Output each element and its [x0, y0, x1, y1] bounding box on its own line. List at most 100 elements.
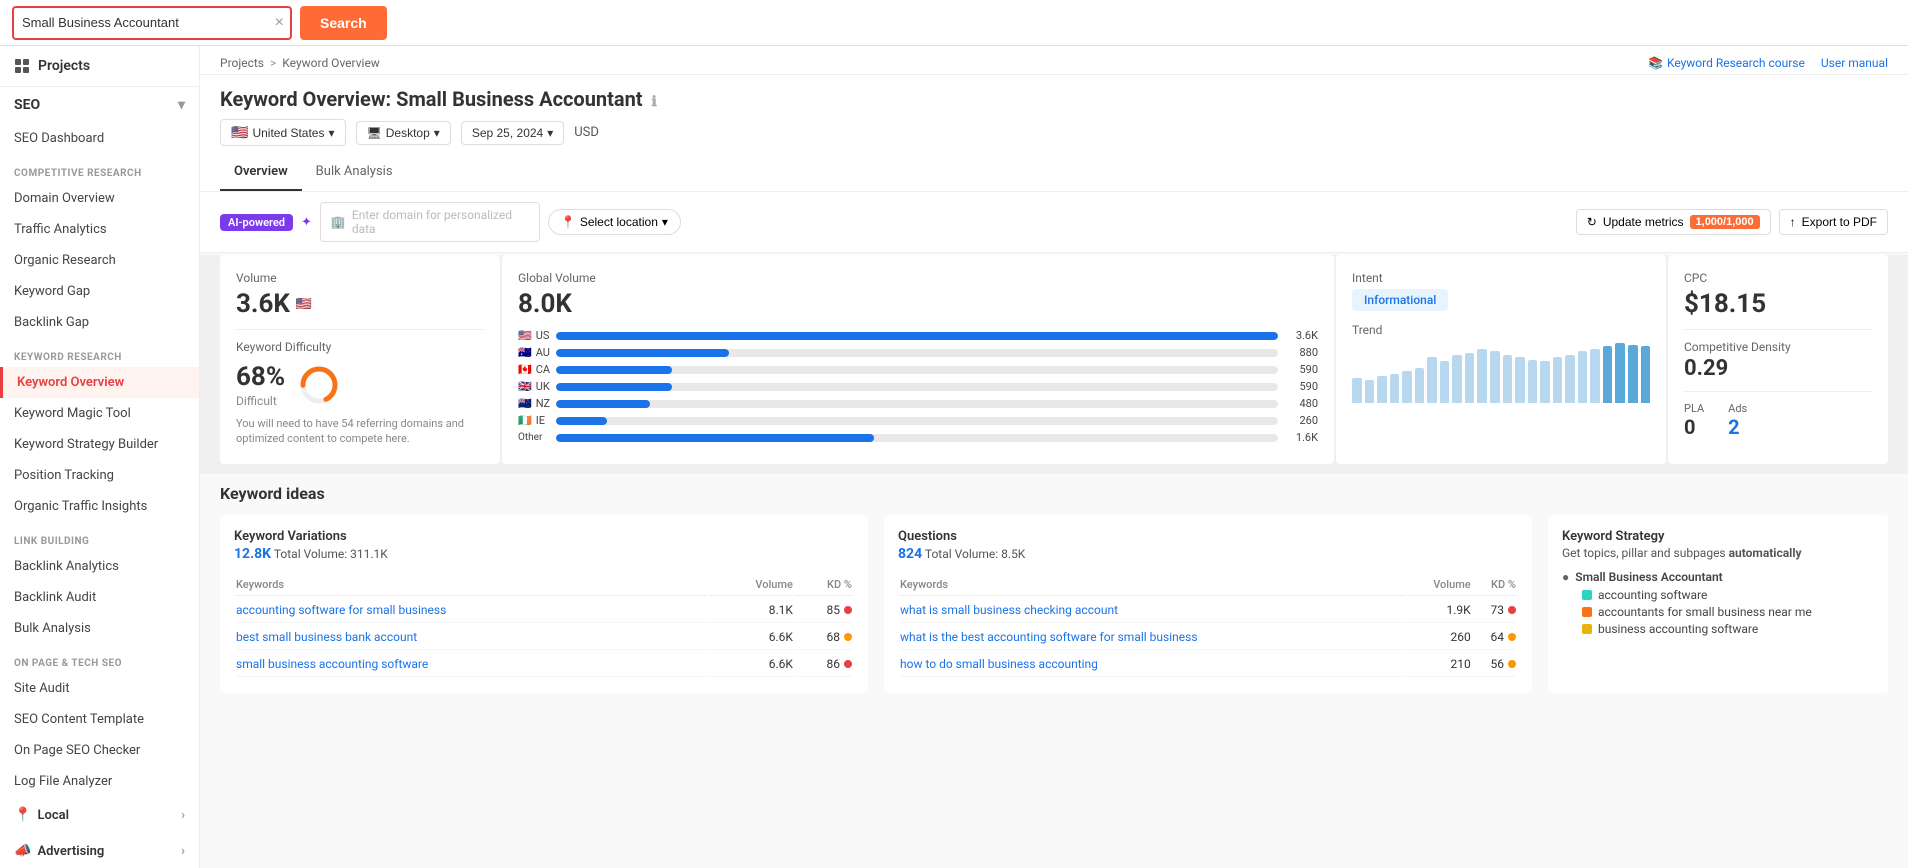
trend-chart: [1352, 343, 1650, 403]
bar-val-other: 1.6K: [1284, 431, 1318, 444]
flag-us: 🇺🇸: [518, 329, 532, 342]
sidebar-item-domain-overview[interactable]: Domain Overview: [0, 183, 199, 214]
ideas-grid: Keyword Variations 12.8K Total Volume: 3…: [220, 515, 1888, 693]
user-manual-link[interactable]: User manual: [1821, 56, 1888, 70]
sidebar-item-organic-traffic-insights[interactable]: Organic Traffic Insights: [0, 491, 199, 522]
cpc-value: $18.15: [1684, 289, 1872, 319]
bar-fill-ie: [556, 417, 607, 425]
sidebar-item-backlink-analytics[interactable]: Backlink Analytics: [0, 551, 199, 582]
kw-vol-2: 6.6K: [709, 625, 793, 650]
trend-bar-2: [1377, 376, 1387, 403]
breadcrumb-current: Keyword Overview: [282, 56, 380, 70]
q-link-2[interactable]: what is the best accounting software for…: [900, 630, 1198, 644]
variations-col-volume: Volume: [709, 574, 793, 596]
strategy-sub-item-2: accountants for small business near me: [1582, 605, 1874, 619]
kd-dot-3: [844, 660, 852, 668]
sidebar-item-on-page-seo-checker[interactable]: On Page SEO Checker: [0, 735, 199, 766]
tab-bulk-analysis[interactable]: Bulk Analysis: [302, 154, 407, 191]
flag-ca: 🇨🇦: [518, 363, 532, 376]
sidebar-item-keyword-magic-tool[interactable]: Keyword Magic Tool: [0, 398, 199, 429]
competitive-density-label: Competitive Density: [1684, 340, 1872, 354]
bar-fill-other: [556, 434, 874, 442]
breadcrumb: Projects > Keyword Overview: [220, 56, 380, 70]
cpc-card: CPC $18.15 Competitive Density 0.29 PLA …: [1668, 255, 1888, 464]
sidebar-item-keyword-gap[interactable]: Keyword Gap: [0, 276, 199, 307]
pla-label: PLA: [1684, 402, 1704, 415]
date-chevron-icon: ▾: [547, 126, 553, 140]
advertising-icon: 📣: [14, 843, 31, 859]
q-dot-1: [1508, 606, 1516, 614]
location-icon: 📍: [561, 215, 576, 229]
pla-value: 0: [1684, 415, 1704, 439]
keyword-research-course-link[interactable]: 📚 Keyword Research course: [1648, 56, 1805, 70]
bar-val-ie: 260: [1284, 414, 1318, 427]
kw-vol-1: 8.1K: [709, 598, 793, 623]
country-filter[interactable]: 🇺🇸 United States ▾: [220, 119, 346, 146]
breadcrumb-projects[interactable]: Projects: [220, 56, 264, 70]
tabs-row: Overview Bulk Analysis: [220, 154, 1888, 191]
sidebar-item-organic-research[interactable]: Organic Research: [0, 245, 199, 276]
kd-difficulty-label: Difficult: [236, 394, 285, 408]
page-title: Keyword Overview: Small Business Account…: [220, 87, 1888, 111]
sidebar-item-seo-dashboard[interactable]: SEO Dashboard: [0, 123, 199, 154]
q-link-1[interactable]: what is small business checking account: [900, 603, 1118, 617]
sidebar-item-traffic-analytics[interactable]: Traffic Analytics: [0, 214, 199, 245]
kw-link-1[interactable]: accounting software for small business: [236, 603, 446, 617]
sidebar-item-local[interactable]: 📍 Local ›: [0, 797, 199, 833]
trend-bar-5: [1415, 368, 1425, 403]
bar-bg-au: [556, 349, 1278, 357]
trend-bar-21: [1615, 343, 1625, 403]
domain-icon: 🏢: [331, 215, 346, 229]
intent-label: Intent: [1352, 271, 1650, 285]
sidebar-item-seo-content-template[interactable]: SEO Content Template: [0, 704, 199, 735]
sidebar-item-keyword-strategy-builder[interactable]: Keyword Strategy Builder: [0, 429, 199, 460]
export-pdf-button[interactable]: ↑ Export to PDF: [1779, 209, 1888, 235]
tab-overview[interactable]: Overview: [220, 154, 302, 191]
trend-bar-8: [1452, 355, 1462, 403]
seo-nav-header[interactable]: SEO ▾: [0, 87, 199, 123]
update-metrics-button[interactable]: ↻ Update metrics 1,000/1,000: [1576, 209, 1771, 235]
sidebar-item-bulk-analysis[interactable]: Bulk Analysis: [0, 613, 199, 644]
sidebar-item-position-tracking[interactable]: Position Tracking: [0, 460, 199, 491]
search-button[interactable]: Search: [300, 6, 387, 40]
sidebar-item-log-file-analyzer[interactable]: Log File Analyzer: [0, 766, 199, 797]
bar-bg-ca: [556, 366, 1278, 374]
refresh-icon: ↻: [1587, 215, 1597, 229]
bar-val-nz: 480: [1284, 397, 1318, 410]
search-clear-button[interactable]: ×: [269, 15, 290, 31]
sidebar-item-keyword-overview[interactable]: Keyword Overview: [0, 367, 199, 398]
local-icon: 📍: [14, 807, 31, 823]
volume-label: Volume: [236, 271, 484, 285]
intent-trend-card: Intent Informational Trend: [1336, 255, 1666, 464]
ai-badge: AI-powered: [220, 214, 293, 231]
strategy-title: Keyword Strategy: [1562, 529, 1874, 544]
sidebar-item-site-audit[interactable]: Site Audit: [0, 673, 199, 704]
kw-link-3[interactable]: small business accounting software: [236, 657, 428, 671]
kw-link-2[interactable]: best small business bank account: [236, 630, 417, 644]
filter-row: 🇺🇸 United States ▾ 🖥 Desktop ▾ Sep 25, 2…: [220, 119, 1888, 146]
quota-badge: 1,000/1,000: [1690, 215, 1760, 229]
sidebar-item-backlink-gap[interactable]: Backlink Gap: [0, 307, 199, 338]
q-link-3[interactable]: how to do small business accounting: [900, 657, 1098, 671]
controls-row: AI-powered ✦ 🏢 Enter domain for personal…: [200, 192, 1908, 253]
variations-vol: 311.1K: [350, 547, 388, 561]
breadcrumb-bar: Projects > Keyword Overview 📚 Keyword Re…: [200, 46, 1908, 75]
sidebar-item-backlink-audit[interactable]: Backlink Audit: [0, 582, 199, 613]
location-button[interactable]: 📍 Select location ▾: [548, 209, 681, 235]
trend-bar-15: [1540, 361, 1550, 403]
device-filter[interactable]: 🖥 Desktop ▾: [356, 121, 451, 145]
global-volume-value: 8.0K: [518, 289, 1318, 319]
questions-vol: 8.5K: [1001, 547, 1025, 561]
bar-bg-ie: [556, 417, 1278, 425]
trend-bar-19: [1590, 349, 1600, 403]
export-icon: ↑: [1790, 215, 1796, 229]
domain-input[interactable]: 🏢 Enter domain for personalized data: [320, 202, 540, 242]
sidebar-item-advertising[interactable]: 📣 Advertising ›: [0, 833, 199, 868]
search-input[interactable]: [14, 15, 269, 30]
trend-bar-7: [1440, 361, 1450, 403]
bar-val-us: 3.6K: [1284, 329, 1318, 342]
questions-sub: 824 Total Volume: 8.5K: [898, 546, 1518, 562]
projects-nav[interactable]: Projects: [0, 46, 199, 87]
info-icon[interactable]: ℹ: [652, 94, 657, 110]
date-filter[interactable]: Sep 25, 2024 ▾: [461, 121, 564, 145]
